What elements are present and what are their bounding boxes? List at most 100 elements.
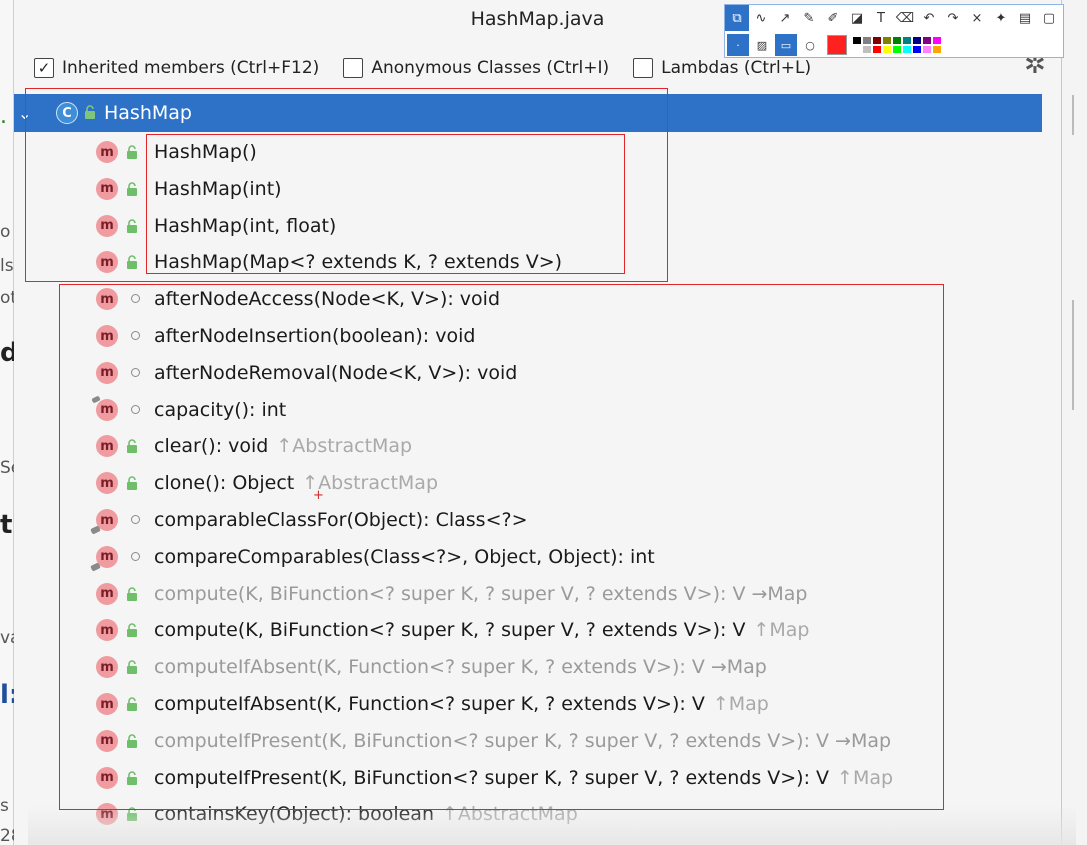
tree-row-member[interactable]: m clone(): Object ↑AbstractMap bbox=[14, 465, 1042, 501]
mosaic-fill-icon[interactable]: ▨ bbox=[751, 34, 773, 56]
palette-color-swatch[interactable] bbox=[912, 45, 922, 54]
palette-color-swatch[interactable] bbox=[892, 45, 902, 54]
tree-row-member[interactable]: m clear(): void ↑AbstractMap bbox=[14, 428, 1042, 464]
palette-color-swatch[interactable] bbox=[902, 45, 912, 54]
lambdas-option[interactable]: Lambdas (Ctrl+L) bbox=[633, 58, 811, 78]
tree-row-member[interactable]: m afterNodeAccess(Node<K, V>): void bbox=[14, 281, 1042, 317]
package-private-icon bbox=[131, 367, 140, 377]
tree-row-member[interactable]: m HashMap(Map<? extends K, ? extends V>) bbox=[14, 244, 1042, 280]
palette-color-swatch[interactable] bbox=[862, 36, 872, 45]
select-rect-icon[interactable]: ⧉ bbox=[725, 5, 749, 31]
package-private-icon bbox=[131, 404, 140, 414]
curve-icon[interactable]: ∿ bbox=[749, 5, 773, 31]
member-label: compute(K, BiFunction<? super K, ? super… bbox=[154, 583, 808, 605]
rectangle-shape-icon[interactable]: ▭ bbox=[775, 34, 797, 56]
text-icon[interactable]: T bbox=[869, 5, 893, 31]
arrow-icon[interactable]: ↗ bbox=[773, 5, 797, 31]
tree-row-member[interactable]: m containsKey(Object): boolean ↑AbstractMa… bbox=[14, 796, 1042, 832]
palette-color-swatch[interactable] bbox=[932, 45, 942, 54]
brush-size-small[interactable]: · bbox=[727, 34, 749, 56]
method-icon: m bbox=[96, 325, 118, 347]
inherited-from-label: ↑Map bbox=[753, 619, 810, 642]
member-label: containsKey(Object): boolean ↑AbstractMap bbox=[154, 803, 578, 825]
member-signature: computeIfPresent(K, BiFunction<? super K… bbox=[154, 729, 892, 752]
tree-row-member[interactable]: m computeIfPresent(K, BiFunction<? super … bbox=[14, 760, 1042, 796]
palette-color-swatch[interactable] bbox=[882, 36, 892, 45]
member-signature: afterNodeRemoval(Node<K, V>): void bbox=[154, 361, 518, 384]
member-signature: computeIfAbsent(K, Function<? super K, ?… bbox=[154, 693, 705, 715]
palette-color-swatch[interactable] bbox=[852, 45, 862, 54]
member-label: afterNodeRemoval(Node<K, V>): void bbox=[154, 362, 517, 384]
anonymous-classes-checkbox[interactable] bbox=[343, 58, 364, 78]
gutter-marker: . bbox=[0, 104, 7, 129]
tree-row-member[interactable]: m afterNodeRemoval(Node<K, V>): void bbox=[14, 355, 1042, 391]
marker-icon[interactable]: ✐ bbox=[821, 5, 845, 31]
member-label: computeIfAbsent(K, Function<? super K, ?… bbox=[154, 656, 767, 678]
tree-row-member[interactable]: m comparableClassFor(Object): Class<?> bbox=[14, 502, 1042, 538]
tree-row-member[interactable]: m compute(K, BiFunction<? super K, ? supe… bbox=[14, 576, 1042, 612]
palette-color-swatch[interactable] bbox=[872, 36, 882, 45]
palette-color-swatch[interactable] bbox=[922, 45, 932, 54]
member-label: computeIfPresent(K, BiFunction<? super K… bbox=[154, 730, 891, 752]
method-icon: m bbox=[96, 435, 118, 458]
pen-icon[interactable]: ✎ bbox=[797, 5, 821, 31]
tree-row-member[interactable]: m compareComparables(Class<?>, Object, Ob… bbox=[14, 539, 1042, 575]
tree-root-hashmap[interactable]: ⌄ C HashMap bbox=[14, 94, 1042, 132]
tree-row-member[interactable]: m HashMap(int) bbox=[14, 171, 1042, 207]
current-color-swatch[interactable] bbox=[827, 35, 847, 55]
gutter-text: l: bbox=[0, 680, 14, 710]
method-icon: m bbox=[96, 251, 118, 274]
scroll-marker bbox=[1072, 300, 1074, 410]
member-signature: compute(K, BiFunction<? super K, ? super… bbox=[154, 619, 746, 642]
method-icon: m bbox=[96, 729, 118, 752]
copy-icon[interactable]: ▢ bbox=[1037, 5, 1061, 31]
tree-row-member[interactable]: m HashMap(int, float) bbox=[14, 208, 1042, 244]
anonymous-classes-option[interactable]: Anonymous Classes (Ctrl+I) bbox=[343, 58, 609, 78]
eraser-icon[interactable]: ⌫ bbox=[893, 5, 917, 31]
gutter-text: Se bbox=[0, 458, 14, 478]
palette-color-swatch[interactable] bbox=[912, 36, 922, 45]
undo-icon[interactable]: ↶ bbox=[917, 5, 941, 31]
gutter-text: de bbox=[0, 338, 14, 368]
tree-row-member[interactable]: m computeIfAbsent(K, Function<? super K, … bbox=[14, 686, 1042, 722]
gutter-text: va bbox=[0, 628, 14, 648]
public-lock-icon bbox=[126, 145, 138, 159]
method-icon: m bbox=[96, 177, 118, 200]
palette-color-swatch[interactable] bbox=[902, 36, 912, 45]
member-label: clone(): Object ↑AbstractMap bbox=[154, 472, 438, 494]
member-signature: HashMap(int, float) bbox=[154, 214, 337, 237]
gutter-text: ot bbox=[0, 288, 14, 308]
tree-row-member[interactable]: m computeIfPresent(K, BiFunction<? super … bbox=[14, 723, 1042, 759]
method-icon: m bbox=[96, 582, 118, 605]
inherited-members-checkbox[interactable]: ✓ bbox=[34, 58, 54, 78]
palette-color-swatch[interactable] bbox=[872, 45, 882, 54]
tree-row-member[interactable]: m computeIfAbsent(K, Function<? super K, … bbox=[14, 649, 1042, 685]
pin-icon[interactable]: ✦ bbox=[989, 5, 1013, 31]
mosaic-icon[interactable]: ◪ bbox=[845, 5, 869, 31]
palette-color-swatch[interactable] bbox=[932, 36, 942, 45]
palette-color-swatch[interactable] bbox=[922, 36, 932, 45]
save-icon[interactable]: ▤ bbox=[1013, 5, 1037, 31]
color-palette bbox=[852, 36, 942, 54]
tree-row-member[interactable]: m afterNodeInsertion(boolean): void bbox=[14, 318, 1042, 354]
cursor-crosshair-icon: + bbox=[313, 488, 324, 503]
palette-color-swatch[interactable] bbox=[852, 36, 862, 45]
method-icon: m bbox=[96, 472, 118, 495]
tree-row-member[interactable]: m compute(K, BiFunction<? super K, ? supe… bbox=[14, 612, 1042, 648]
palette-color-swatch[interactable] bbox=[862, 45, 872, 54]
palette-color-swatch[interactable] bbox=[882, 45, 892, 54]
tree-row-member[interactable]: m capacity(): int bbox=[14, 392, 1042, 428]
close-icon[interactable]: × bbox=[965, 5, 989, 31]
redo-icon[interactable]: ↷ bbox=[941, 5, 965, 31]
file-structure-popup: HashMap.java ✓ Inherited members (Ctrl+F… bbox=[14, 0, 1076, 845]
member-signature: HashMap() bbox=[154, 141, 257, 163]
inherited-members-option[interactable]: ✓ Inherited members (Ctrl+F12) bbox=[34, 58, 319, 78]
public-lock-icon bbox=[126, 218, 138, 233]
chevron-down-icon[interactable]: ⌄ bbox=[18, 104, 31, 123]
tree-row-member[interactable]: m HashMap() bbox=[14, 134, 1042, 170]
ellipse-shape-icon[interactable]: ○ bbox=[799, 34, 821, 56]
palette-color-swatch[interactable] bbox=[892, 36, 902, 45]
member-label: compute(K, BiFunction<? super K, ? super… bbox=[154, 619, 809, 641]
lambdas-checkbox[interactable] bbox=[633, 58, 654, 78]
method-icon: m bbox=[96, 214, 118, 237]
